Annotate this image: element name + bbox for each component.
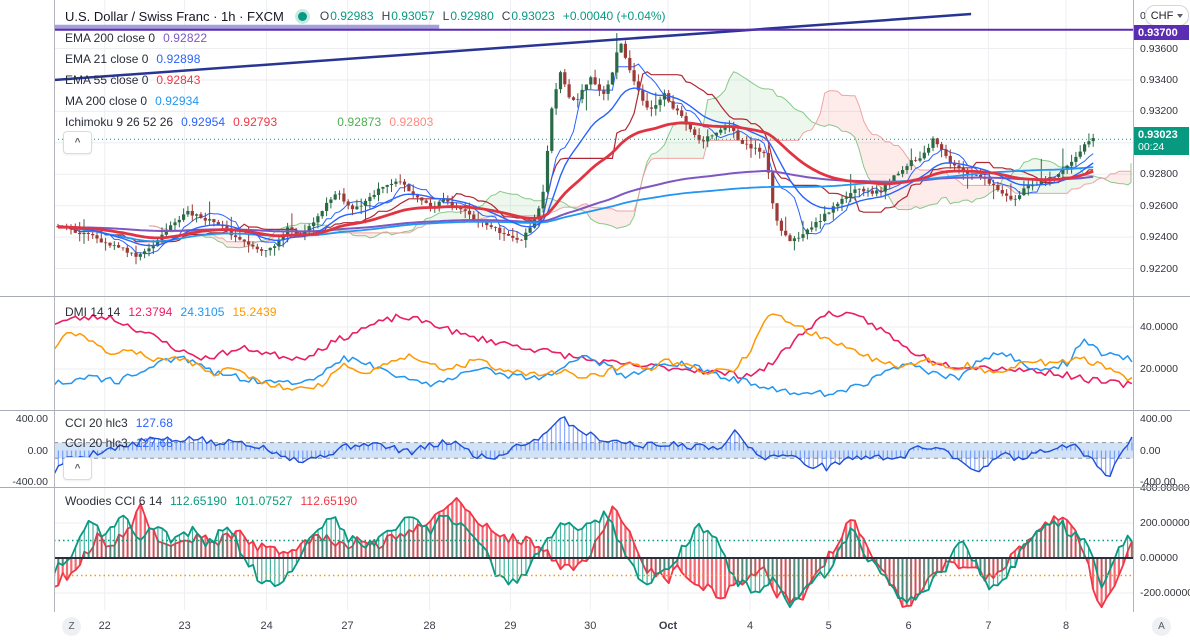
price-tick-label: 0.92600 <box>1140 199 1178 212</box>
low-label: L <box>442 9 450 23</box>
separator-cci-woodies[interactable] <box>0 487 1190 488</box>
cci-pane[interactable] <box>54 411 1133 486</box>
left-price-axis[interactable]: 400.00 0.00 -400.00 <box>0 0 54 612</box>
high-value: 0.93057 <box>391 9 435 23</box>
currency-toggle-button[interactable]: CHF <box>1145 5 1189 26</box>
time-tick-label: 28 <box>423 620 436 632</box>
legend-ma200[interactable]: MA 200 close 0 0.92934 <box>65 92 199 109</box>
time-tick-label: 29 <box>504 620 517 632</box>
legend-dmi[interactable]: DMI 14 14 12.3794 24.3105 15.2439 <box>65 303 277 320</box>
woodies-tick-label: 400.00000 <box>1140 482 1190 494</box>
price-tick-label: 0.92200 <box>1140 262 1178 275</box>
time-tick-label: 22 <box>98 620 111 632</box>
collapse-legend-button[interactable]: ^ <box>63 131 92 154</box>
change-value: +0.00040 (+0.04%) <box>562 9 666 23</box>
symbol-title[interactable]: U.S. Dollar / Swiss Franc · 1h · FXCM <box>65 9 284 24</box>
cci-tick-label: 0.00 <box>27 444 48 457</box>
woodies-tick-label: 0.00000 <box>1140 552 1178 564</box>
separator-main-dmi[interactable] <box>0 296 1190 297</box>
legend-cci-1[interactable]: CCI 20 hlc3 127.68 <box>65 414 173 431</box>
time-axis[interactable]: Z A 22 23 24 27 28 29 30 Oct 4 5 6 7 8 <box>0 612 1190 641</box>
right-axis-border <box>1133 0 1134 612</box>
ohlc-values: O 0.92983 H 0.93057 L 0.92980 C 0.93023 +0.0… <box>320 9 666 23</box>
woodies-tick-label: -200.00000 <box>1140 587 1190 599</box>
legend-ema21[interactable]: EMA 21 close 0 0.92898 <box>65 50 200 67</box>
left-axis-border <box>54 0 55 612</box>
dmi-tick-label: 20.0000 <box>1140 363 1178 375</box>
bar-countdown: 00:24 <box>1138 141 1165 153</box>
cci-tick-label: 0.00 <box>1140 444 1161 457</box>
price-axis[interactable]: 0.93600 0.93400 0.93200 0.92800 0.92600 0.924… <box>1133 0 1190 612</box>
price-tick-label: 0.93600 <box>1140 42 1178 55</box>
time-tick-label: 24 <box>260 620 273 632</box>
legend-woodies-cci[interactable]: Woodies CCI 6 14 112.65190 101.07527 112… <box>65 492 357 509</box>
price-tick-label: 0.93400 <box>1140 74 1178 86</box>
time-tick-label: 5 <box>825 620 832 632</box>
cci-tick-label: 400.00 <box>1140 413 1173 425</box>
high-label: H <box>381 9 391 23</box>
time-tick-label: 30 <box>584 620 597 632</box>
legend-ema55[interactable]: EMA 55 close 0 0.92843 <box>65 71 200 88</box>
time-tick-label: 23 <box>178 620 191 632</box>
collapse-cci-button[interactable]: ^ <box>63 457 92 480</box>
open-value: 0.92983 <box>330 9 374 23</box>
legend-cci-2[interactable]: CCI 20 hlc3 127.68 <box>65 434 173 451</box>
price-tick-label: 0.93200 <box>1140 105 1178 118</box>
woodies-tick-label: 200.00000 <box>1140 517 1190 529</box>
main-chart-pane[interactable] <box>54 0 1133 296</box>
price-tick-label: 0.92400 <box>1140 231 1178 244</box>
market-status-dot-icon <box>297 11 307 21</box>
time-tick-label: 8 <box>1063 620 1070 632</box>
legend-ema200[interactable]: EMA 200 close 0 0.92822 <box>65 29 207 46</box>
time-tick-label: 4 <box>746 620 754 632</box>
open-label: O <box>319 9 330 23</box>
time-tick-label: Oct <box>658 620 678 632</box>
timezone-button[interactable]: Z <box>62 617 81 636</box>
time-tick-label: 7 <box>985 620 992 632</box>
hline-price-badge: 0.93700 <box>1134 25 1189 40</box>
chevron-down-icon <box>1177 13 1184 18</box>
low-value: 0.92980 <box>450 9 494 23</box>
price-tick-label: 0.92800 <box>1140 168 1178 181</box>
cci-tick-label: 400.00 <box>15 413 48 425</box>
tradingview-chart-window: 400.00 0.00 -400.00 0.93600 0.93400 0.93200 0… <box>0 0 1190 641</box>
dmi-tick-label: 40.0000 <box>1140 321 1178 333</box>
time-tick-label: 27 <box>341 620 354 632</box>
auto-scale-button[interactable]: A <box>1152 617 1171 636</box>
last-price-value: 0.93023 <box>1138 128 1178 141</box>
legend-ichimoku[interactable]: Ichimoku 9 26 52 26 0.92954 0.92793 0.92… <box>65 113 433 130</box>
last-price-badge: 0.93023 00:24 <box>1134 127 1189 155</box>
separator-dmi-cci[interactable] <box>0 410 1190 411</box>
symbol-header[interactable]: U.S. Dollar / Swiss Franc · 1h · FXCM O0… <box>65 7 666 25</box>
time-tick-label: 6 <box>905 620 912 632</box>
close-value: 0.93023 <box>511 9 555 23</box>
close-label: C <box>501 9 511 23</box>
